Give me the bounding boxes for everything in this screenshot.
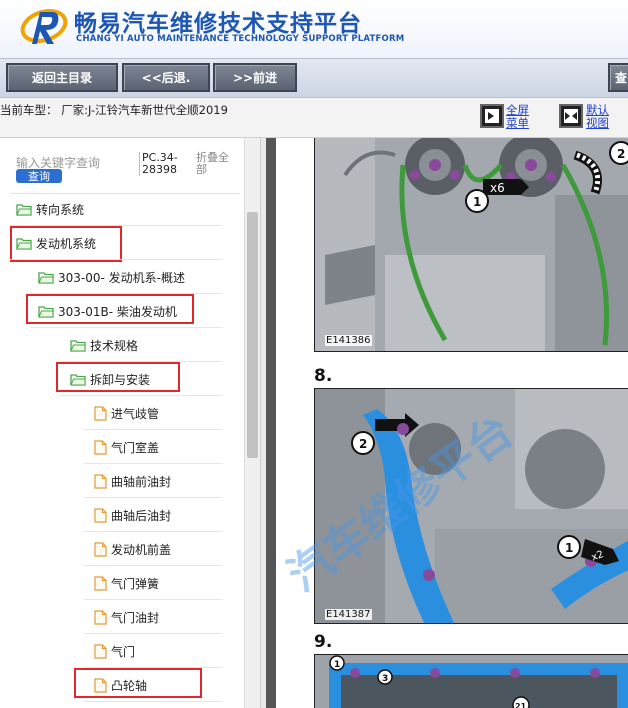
tree-node-label: 曲轴后油封 [111,508,172,523]
platform-subtitle: CHANG YI AUTO MAINTENANCE TECHNOLOGY SUP… [76,34,405,44]
fullscreen-icon [485,109,499,123]
tree-leaf-valve[interactable]: 气门 [94,640,135,662]
document-icon [94,643,107,659]
camshaft-cover-illustration: 1 3 21 [315,655,628,708]
callout-number: 1 [334,660,340,670]
document-icon [94,507,107,523]
figure-timing-belt: x6 1 2 E141386 [314,138,628,352]
pc-code: PC.34-28398 [139,152,181,176]
app-window: 畅易汽车维修技术支持平台 CHANG YI AUTO MAINTENANCE T… [0,0,628,708]
tree-node-label: 发动机前盖 [111,542,172,557]
fullscreen-link[interactable]: 全屏菜单 [506,104,536,130]
tree-leaf-valve-cover[interactable]: 气门室盖 [94,436,159,458]
callout-number: 2 [617,147,625,161]
document-icon [94,609,107,625]
forward-button[interactable]: >>前进 [213,63,297,92]
platform-title: 畅易汽车维修技术支持平台 [74,11,362,37]
tree-node-specifications[interactable]: 技术规格 [70,334,138,356]
fullscreen-button[interactable] [480,104,504,128]
tree-node-label: 气门油封 [111,610,160,625]
query-button[interactable]: 查询 [16,169,62,183]
back-button[interactable]: <<后退. [122,63,210,92]
figure-id: E141387 [325,609,372,620]
callout-number: 21 [515,702,527,708]
tree-node-label: 气门 [111,644,136,659]
highlight-box [26,294,194,324]
default-view-link[interactable]: 默认视图 [586,104,616,130]
tree-row-divider [60,395,222,396]
tree-row-divider [84,565,222,566]
tree-leaf-valve-spring[interactable]: 气门弹簧 [94,572,159,594]
vehicle-info-bar: 当前车型： 厂家:J-江铃汽车新世代全顺2019 全屏菜单 默认视图 [0,98,628,138]
tree-node-label: 技术规格 [90,338,139,353]
tree-node-label: 转向系统 [36,202,85,217]
navigation-bar: 返回主目录 <<后退. >>前进 查 [0,58,628,98]
document-icon [94,473,107,489]
tree-node-label: 303-00- 发动机系-概述 [58,270,185,285]
step-number: 8. [314,366,333,386]
callout-number: 3 [382,674,388,684]
tree-row-divider [84,599,222,600]
collapse-all-link[interactable]: 折叠全部 [196,152,236,176]
document-icon [94,439,107,455]
tree-node-label: 气门弹簧 [111,576,160,591]
category-tree-panel: 输入关键字查询 查询 PC.34-28398 折叠全部 转向系统 发动机系统 3… [0,138,244,708]
document-icon [94,575,107,591]
document-icon [94,405,107,421]
callout-number: 1 [473,195,481,209]
manual-document-viewer: x6 1 2 E141386 8. 2 1 x2 E141387 9. 1 3 … [266,138,628,708]
current-model-text: 当前车型： 厂家:J-江铃汽车新世代全顺2019 [0,103,228,117]
figure-multiplier: x6 [490,181,505,195]
tree-leaf-crankshaft-front-seal[interactable]: 曲轴前油封 [94,470,171,492]
app-header: 畅易汽车维修技术支持平台 CHANG YI AUTO MAINTENANCE T… [0,0,628,58]
highlight-box [74,668,202,698]
folder-open-icon [16,203,32,216]
tree-leaf-engine-front-cover[interactable]: 发动机前盖 [94,538,171,560]
tree-node-label: 曲轴前油封 [111,474,172,489]
figure-camshaft-cover: 1 3 21 [314,654,628,708]
tree-row-divider [84,497,222,498]
default-view-icon [564,109,578,123]
default-view-button[interactable] [559,104,583,128]
document-page-edge [266,138,276,708]
figure-id: E141386 [325,335,372,346]
tree-node-label: 进气歧管 [111,406,160,421]
tree-row-divider [84,701,222,702]
folder-open-icon [70,339,86,352]
tree-row-divider [10,259,222,260]
step-number: 9. [314,632,333,652]
tree-row-divider [84,463,222,464]
engine-timing-illustration: x6 1 2 [315,138,628,351]
query-nav-button[interactable]: 查 [608,63,628,92]
search-divider [10,193,240,194]
tree-node-steering[interactable]: 转向系统 [16,198,84,220]
callout-number: 2 [359,437,367,451]
tree-row-divider [30,327,222,328]
home-button[interactable]: 返回主目录 [6,63,118,92]
tree-scrollbar-thumb[interactable] [247,212,258,458]
tree-scrollbar[interactable] [244,138,260,708]
highlight-box [10,226,122,262]
folder-open-icon [38,271,54,284]
tree-leaf-valve-seal[interactable]: 气门油封 [94,606,159,628]
highlight-box [56,362,180,392]
tree-row-divider [84,633,222,634]
tree-row-divider [84,429,222,430]
tree-leaf-intake-manifold[interactable]: 进气歧管 [94,402,159,424]
tree-leaf-crankshaft-rear-seal[interactable]: 曲轴后油封 [94,504,171,526]
callout-number: 1 [565,541,573,555]
tree-node-label: 气门室盖 [111,440,160,455]
tree-row-divider [84,531,222,532]
tree-node-303-00[interactable]: 303-00- 发动机系-概述 [38,266,185,288]
changyi-logo-icon [20,9,68,44]
document-icon [94,541,107,557]
